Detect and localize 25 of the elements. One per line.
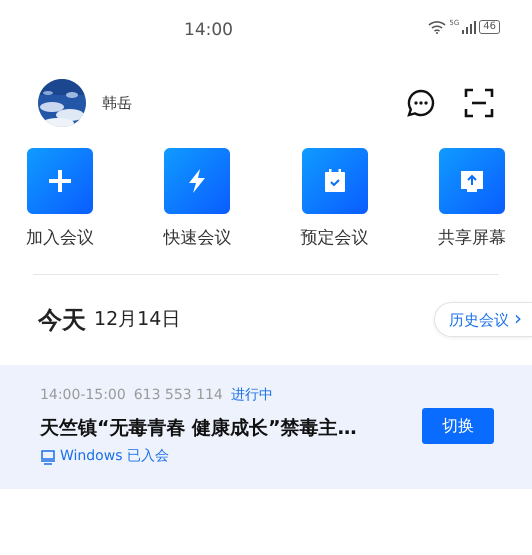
- meeting-id: 613 553 114: [134, 386, 223, 404]
- action-button[interactable]: [164, 148, 230, 214]
- meeting-title: 天竺镇“无毒青春 健康成长”禁毒主…: [40, 416, 358, 440]
- user-name: 韩岳: [102, 92, 132, 114]
- switch-button[interactable]: 切换: [422, 408, 494, 444]
- monitor-icon: [40, 448, 56, 464]
- action-button[interactable]: [27, 148, 93, 214]
- battery-level: 46: [479, 20, 500, 34]
- signal-icon: [462, 20, 476, 34]
- chat-icon[interactable]: [406, 88, 436, 118]
- device-status: Windows 已入会: [60, 447, 169, 466]
- action-label: 预定会议: [300, 227, 369, 250]
- action-label: 快速会议: [163, 227, 232, 250]
- action-button[interactable]: [302, 148, 368, 214]
- history-button[interactable]: 历史会议 ›: [434, 302, 532, 338]
- scan-icon[interactable]: [464, 88, 494, 118]
- action-button[interactable]: [438, 148, 505, 214]
- meeting-time: 14:00-15:00: [40, 386, 126, 404]
- wifi-icon: [428, 20, 446, 34]
- meeting-status: 进行中: [230, 386, 273, 404]
- action-label: 加入会议: [26, 227, 94, 250]
- status-time: 14:00: [184, 19, 233, 42]
- date-label: 12月14日: [94, 307, 180, 332]
- section-title: 今天: [38, 304, 86, 336]
- action-label: 共享屏幕: [438, 227, 506, 250]
